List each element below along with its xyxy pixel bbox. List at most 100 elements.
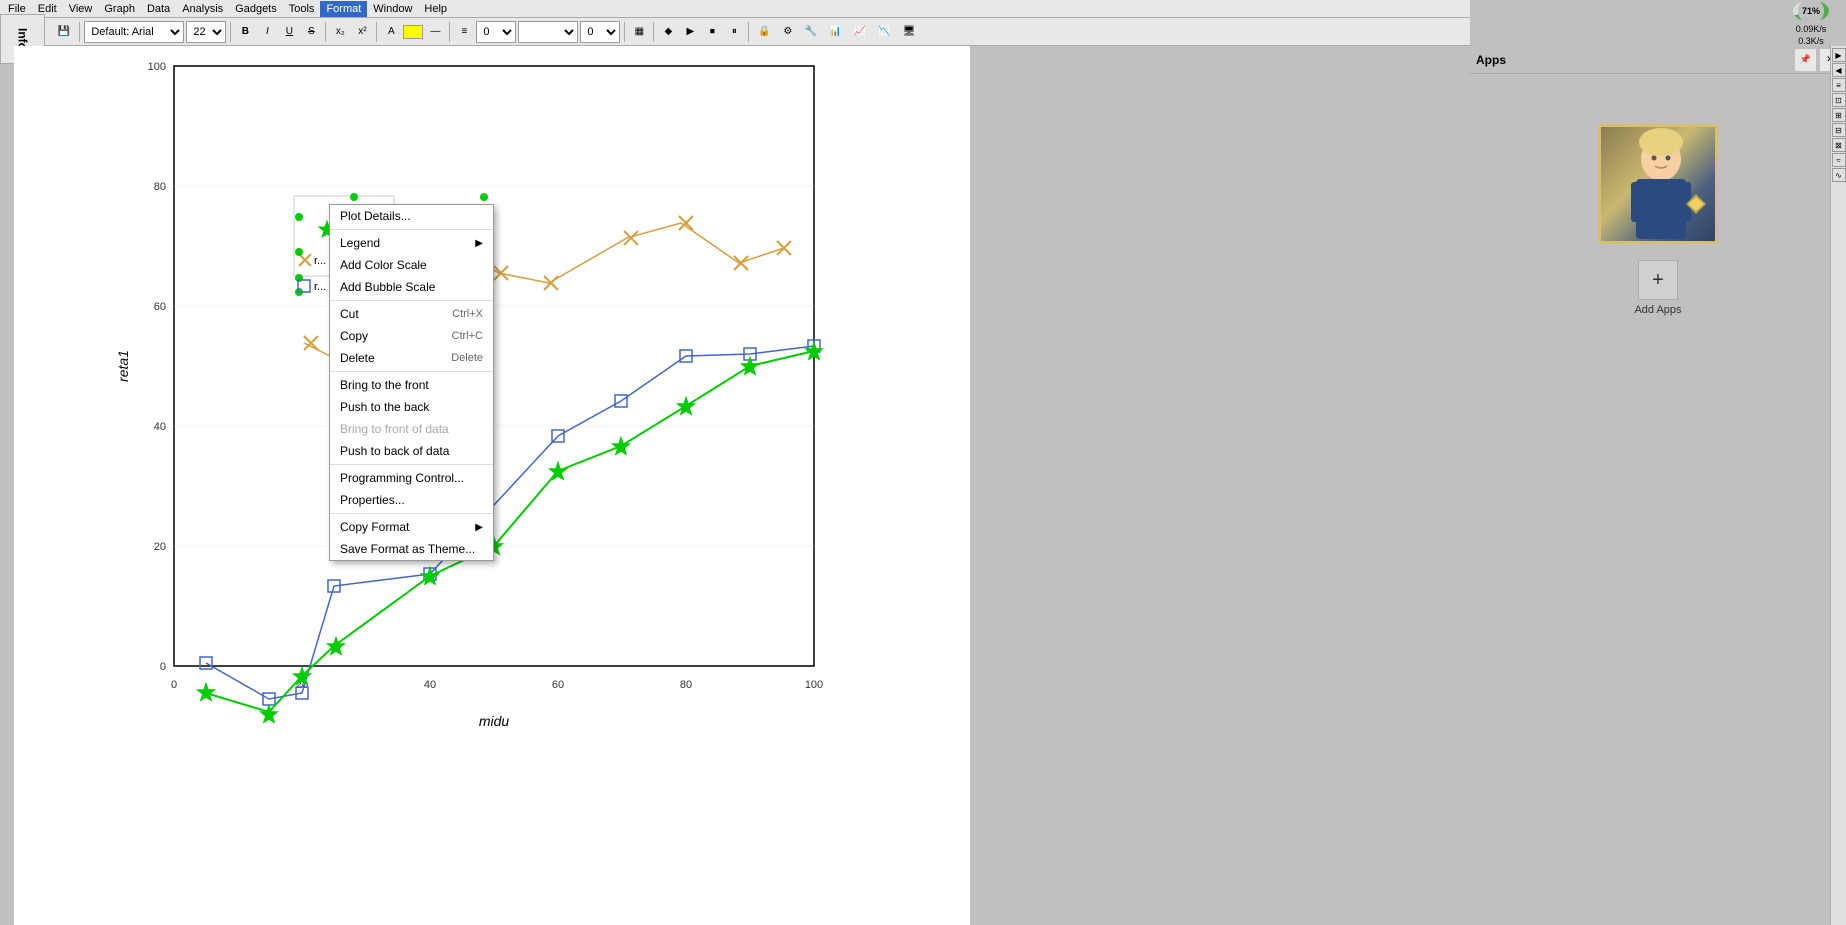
ctx-sep3 bbox=[330, 371, 493, 372]
ctx-push-back[interactable]: Push to the back bbox=[330, 396, 493, 418]
svg-text:100: 100 bbox=[805, 679, 823, 691]
tool3-button[interactable]: 📊 bbox=[824, 21, 846, 43]
menu-bar: File Edit View Graph Data Analysis Gadge… bbox=[0, 0, 1470, 18]
add-apps-button[interactable]: + Add Apps bbox=[1634, 260, 1681, 316]
right-tool-1[interactable]: ▶ bbox=[1832, 48, 1846, 62]
right-tool-9[interactable]: ∿ bbox=[1832, 168, 1846, 182]
superscript-button[interactable]: x² bbox=[352, 21, 372, 43]
apps-panel: + Add Apps bbox=[1470, 74, 1846, 925]
cpu-upload-speed: 0.09K/s bbox=[1796, 24, 1827, 34]
menu-graph[interactable]: Graph bbox=[98, 1, 141, 17]
add-apps-label: Add Apps bbox=[1634, 304, 1681, 316]
tool4-button[interactable]: 📈 bbox=[849, 21, 871, 43]
right-tool-2[interactable]: ◀ bbox=[1832, 63, 1846, 77]
right-tool-7[interactable]: ⊠ bbox=[1832, 138, 1846, 152]
menu-gadgets[interactable]: Gadgets bbox=[229, 1, 283, 17]
apps-header: Apps 📌 ✕ bbox=[1470, 46, 1846, 74]
svg-text:80: 80 bbox=[154, 181, 166, 193]
right-tool-5[interactable]: ⊞ bbox=[1832, 108, 1846, 122]
svg-text:80: 80 bbox=[680, 679, 692, 691]
sep7 bbox=[653, 22, 654, 42]
svg-text:60: 60 bbox=[552, 679, 564, 691]
ctx-bring-front[interactable]: Bring to the front bbox=[330, 374, 493, 396]
svg-text:60: 60 bbox=[154, 301, 166, 313]
sep1 bbox=[79, 22, 80, 42]
ctx-push-back-data[interactable]: Push to back of data bbox=[330, 440, 493, 462]
play-button[interactable]: ▶ bbox=[680, 21, 700, 43]
svg-text:r...: r... bbox=[314, 255, 326, 267]
line-style-button[interactable]: ≡ bbox=[454, 21, 474, 43]
lock-button[interactable]: 🔒 bbox=[753, 21, 775, 43]
svg-text:reta1: reta1 bbox=[115, 350, 131, 382]
sep3 bbox=[325, 22, 326, 42]
cpu-percent: 71% bbox=[1802, 6, 1820, 16]
font-size-select[interactable]: 22 bbox=[186, 21, 226, 43]
ctx-programming-control[interactable]: Programming Control... bbox=[330, 467, 493, 489]
character-svg bbox=[1601, 124, 1715, 244]
menu-view[interactable]: View bbox=[63, 1, 99, 17]
right-tool-4[interactable]: ⊡ bbox=[1832, 93, 1846, 107]
subscript-button[interactable]: x₂ bbox=[330, 21, 350, 43]
strikethrough-button[interactable]: S bbox=[301, 21, 321, 43]
ctx-sep5 bbox=[330, 513, 493, 514]
tool2-button[interactable]: 🔧 bbox=[800, 21, 822, 43]
ctx-copy-format[interactable]: Copy Format ▶ bbox=[330, 516, 493, 538]
ctx-cut[interactable]: Cut Ctrl+X bbox=[330, 303, 493, 325]
tool1-button[interactable]: ⚙ bbox=[778, 21, 798, 43]
font-color-button[interactable]: A bbox=[381, 21, 401, 43]
italic-button[interactable]: I bbox=[257, 21, 277, 43]
context-menu: Plot Details... Legend ▶ Add Color Scale… bbox=[329, 204, 494, 561]
svg-text:40: 40 bbox=[154, 421, 166, 433]
pause-button[interactable]: ⏸ bbox=[724, 21, 744, 43]
sep4 bbox=[376, 22, 377, 42]
sep6 bbox=[624, 22, 625, 42]
ctx-sep1 bbox=[330, 229, 493, 230]
toolbar: 📄 📂 💾 Default: Arial 22 B I U S x₂ x² A … bbox=[0, 18, 1470, 46]
tool5-button[interactable]: 📉 bbox=[873, 21, 895, 43]
underline-button[interactable]: U bbox=[279, 21, 299, 43]
line-width-select[interactable]: 0 bbox=[476, 21, 516, 43]
bold-button[interactable]: B bbox=[235, 21, 255, 43]
save-button[interactable]: 💾 bbox=[53, 21, 75, 43]
ctx-copy[interactable]: Copy Ctrl+C bbox=[330, 325, 493, 347]
hatch-button[interactable]: ▦ bbox=[629, 21, 649, 43]
svg-text:0: 0 bbox=[160, 661, 166, 673]
right-tool-8[interactable]: ≈ bbox=[1832, 153, 1846, 167]
right-tool-6[interactable]: ⊟ bbox=[1832, 123, 1846, 137]
menu-format[interactable]: Format bbox=[320, 1, 367, 17]
ctx-properties[interactable]: Properties... bbox=[330, 489, 493, 511]
svg-text:r...: r... bbox=[314, 281, 326, 293]
line-color-button[interactable]: — bbox=[425, 21, 445, 43]
ctx-save-format-theme[interactable]: Save Format as Theme... bbox=[330, 538, 493, 560]
tool6-button[interactable]: 🖥 bbox=[898, 21, 921, 43]
value-select[interactable]: 0 bbox=[580, 21, 620, 43]
font-family-select[interactable]: Default: Arial bbox=[84, 21, 184, 43]
fill-color-button[interactable] bbox=[403, 25, 423, 39]
svg-text:40: 40 bbox=[424, 679, 436, 691]
sep8 bbox=[748, 22, 749, 42]
canvas-area: 0 20 40 60 80 100 0 20 40 60 80 100 midu… bbox=[14, 46, 970, 925]
marker-button[interactable]: ◆ bbox=[658, 21, 678, 43]
apps-title: Apps bbox=[1476, 53, 1506, 67]
svg-text:0: 0 bbox=[171, 679, 177, 691]
right-tool-3[interactable]: ≡ bbox=[1832, 78, 1846, 92]
stop-button[interactable]: ⏹ bbox=[702, 21, 722, 43]
cpu-circle: 71% bbox=[1793, 0, 1829, 22]
menu-tools[interactable]: Tools bbox=[283, 1, 321, 17]
character-image bbox=[1598, 124, 1718, 244]
ctx-add-color-scale[interactable]: Add Color Scale bbox=[330, 254, 493, 276]
menu-analysis[interactable]: Analysis bbox=[176, 1, 229, 17]
cpu-download-speed: 0.3K/s bbox=[1798, 36, 1824, 46]
right-toolbar: ▶ ◀ ≡ ⊡ ⊞ ⊟ ⊠ ≈ ∿ bbox=[1830, 46, 1846, 925]
ctx-sep4 bbox=[330, 464, 493, 465]
apps-pin-button[interactable]: 📌 bbox=[1795, 49, 1816, 71]
menu-help[interactable]: Help bbox=[418, 1, 453, 17]
ctx-plot-details[interactable]: Plot Details... bbox=[330, 205, 493, 227]
menu-window[interactable]: Window bbox=[367, 1, 418, 17]
ctx-legend[interactable]: Legend ▶ bbox=[330, 232, 493, 254]
ctx-delete[interactable]: Delete Delete bbox=[330, 347, 493, 369]
menu-data[interactable]: Data bbox=[141, 1, 176, 17]
pattern-select[interactable] bbox=[518, 21, 578, 43]
add-apps-icon: + bbox=[1638, 260, 1678, 300]
ctx-add-bubble-scale[interactable]: Add Bubble Scale bbox=[330, 276, 493, 298]
